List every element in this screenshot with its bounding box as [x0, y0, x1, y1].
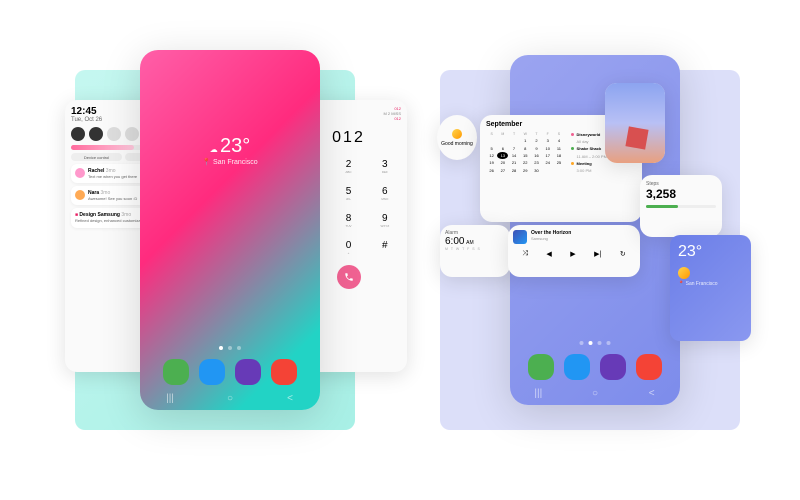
alarm-widget[interactable]: Alarm 6:00 AM M T W T F S S — [440, 225, 510, 277]
key-hash[interactable]: # — [369, 236, 401, 259]
repeat-icon[interactable]: ↻ — [620, 250, 626, 258]
key-0[interactable]: 0+ — [332, 236, 364, 259]
play-icon[interactable]: ▶ — [570, 250, 575, 258]
gallery-widget[interactable] — [605, 83, 665, 163]
camera-app-icon[interactable] — [636, 354, 662, 380]
bluetooth-icon[interactable] — [107, 127, 121, 141]
steps-progress — [646, 205, 716, 208]
phone-home-pink: ☁ 23° 📍 San Francisco ||| ○ < — [140, 50, 320, 410]
back-button[interactable]: < — [646, 388, 658, 399]
steps-widget[interactable]: Steps 3,258 — [640, 175, 722, 237]
shuffle-icon[interactable]: ⤨ — [522, 250, 528, 258]
browser-app-icon[interactable] — [235, 359, 261, 385]
rotate-icon[interactable] — [125, 127, 139, 141]
prev-icon[interactable]: ◀ — [546, 250, 551, 258]
album-art — [513, 230, 527, 244]
page-indicator — [580, 341, 611, 345]
key-8[interactable]: 8TUV — [332, 209, 364, 232]
messages-app-icon[interactable] — [199, 359, 225, 385]
wifi-icon[interactable] — [71, 127, 85, 141]
call-button[interactable] — [337, 265, 361, 289]
recents-button[interactable]: ||| — [164, 393, 176, 404]
avatar — [75, 168, 85, 178]
recents-button[interactable]: ||| — [532, 388, 544, 399]
calendar-grid: SMTWTFS 1234 567891011 12131415161718 19… — [486, 131, 565, 174]
device-control-chip[interactable]: Device control — [71, 153, 122, 161]
page-indicator — [219, 346, 241, 350]
key-6[interactable]: 6MNO — [369, 182, 401, 205]
app-dock — [528, 354, 662, 380]
weather-widget-large[interactable]: 23° 📍 San Francisco — [670, 235, 751, 341]
nav-bar: ||| ○ < — [140, 393, 320, 404]
phone-app-icon[interactable] — [528, 354, 554, 380]
home-button[interactable]: ○ — [224, 393, 236, 404]
app-dock — [163, 359, 297, 385]
nav-bar: ||| ○ < — [510, 388, 680, 399]
browser-app-icon[interactable] — [600, 354, 626, 380]
greeting-widget[interactable]: Good morning — [437, 115, 477, 160]
key-3[interactable]: 3DEF — [369, 155, 401, 178]
sun-icon — [452, 129, 462, 139]
photo-subject — [625, 126, 648, 149]
messages-app-icon[interactable] — [564, 354, 590, 380]
weather-widget[interactable]: ☁ 23° 📍 San Francisco — [202, 135, 257, 166]
sun-icon — [678, 267, 690, 279]
music-widget[interactable]: Over the HorizonSamsung ⤨ ◀ ▶ ▶| ↻ — [508, 225, 640, 277]
key-5[interactable]: 5JKL — [332, 182, 364, 205]
next-icon[interactable]: ▶| — [594, 250, 601, 258]
camera-app-icon[interactable] — [271, 359, 297, 385]
sound-icon[interactable] — [89, 127, 103, 141]
phone-app-icon[interactable] — [163, 359, 189, 385]
key-9[interactable]: 9WXYZ — [369, 209, 401, 232]
phone-icon — [344, 272, 354, 282]
home-button[interactable]: ○ — [589, 388, 601, 399]
back-button[interactable]: < — [284, 393, 296, 404]
key-2[interactable]: 2ABC — [332, 155, 364, 178]
